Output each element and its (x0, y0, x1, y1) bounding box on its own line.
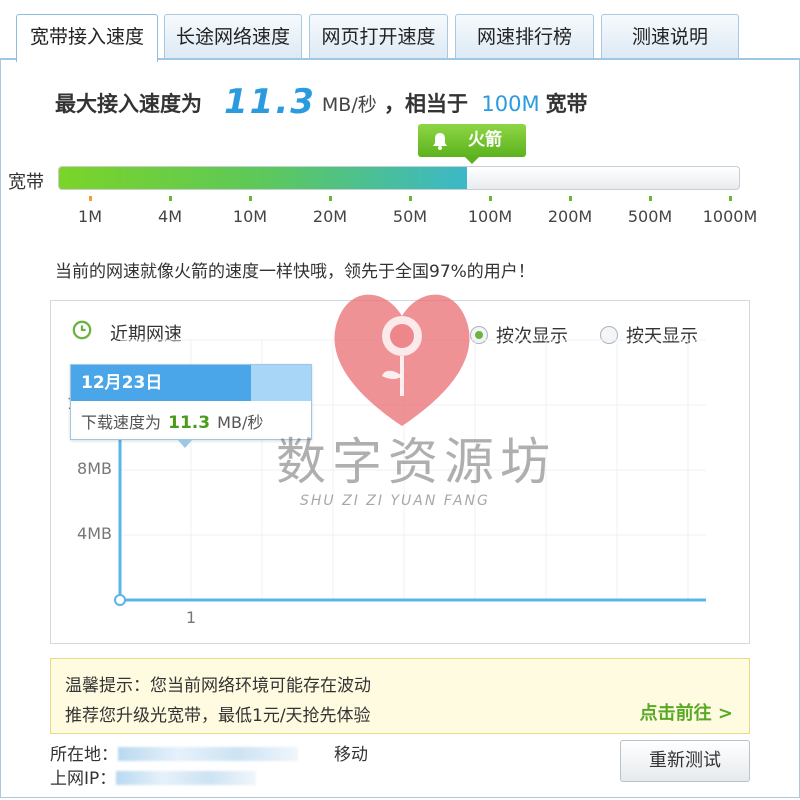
ip-value-blurred (116, 771, 257, 785)
speed-gauge-fill (59, 167, 467, 189)
tooltip-unit: MB/秒 (217, 413, 264, 432)
gauge-tick-mark (569, 196, 572, 201)
ip-row: 上网IP： (50, 764, 257, 789)
carrier-label: 移动 (334, 745, 368, 765)
watermark-title: 数字资源坊 (276, 433, 556, 491)
radio-by-count-label: 按次显示 (496, 326, 568, 347)
gauge-tick-mark (649, 196, 652, 201)
tab-access-speed[interactable]: 宽带接入速度 (16, 14, 158, 62)
gauge-tick-mark (489, 196, 492, 201)
bell-icon (433, 133, 447, 150)
watermark-subtitle: SHU ZI ZI YUAN FANG (300, 493, 490, 509)
gauge-tick-mark (169, 196, 172, 201)
gauge-tick-label: 10M (232, 207, 268, 226)
tooltip-value: 11.3 (168, 413, 211, 433)
location-value-blurred (118, 747, 298, 761)
ip-label: 上网IP： (50, 769, 117, 789)
gauge-tick-label: 4M (158, 207, 182, 226)
max-speed-value: 11.3 (224, 82, 316, 122)
retest-button[interactable]: 重新测试 (620, 740, 750, 782)
x-tick-label: 1 (186, 608, 197, 627)
tooltip-body: 下载速度为 11.3 MB/秒 (81, 409, 263, 433)
gauge-label: 宽带 (8, 172, 44, 193)
headline-middle: ，相当于 (384, 92, 469, 116)
tooltip-prefix: 下载速度为 (81, 413, 162, 432)
recent-speed-label: 近期网速 (110, 324, 182, 345)
y-tick-label: 8MB (77, 459, 112, 478)
gauge-tick-mark (249, 196, 252, 201)
max-speed-headline: 最大接入速度为 11.3 MB/秒 ，相当于 100M 宽带 (55, 80, 588, 122)
gauge-tick-label: 200M (547, 207, 593, 226)
gauge-tick-label: 500M (627, 207, 673, 226)
notice-go-link[interactable]: 点击前往 > (640, 699, 733, 725)
tab-bar: 宽带接入速度 长途网络速度 网页打开速度 网速排行榜 测速说明 (0, 0, 800, 62)
tab-speed-guide[interactable]: 测速说明 (601, 14, 739, 59)
location-row: 所在地： (50, 740, 298, 765)
rose-heart-logo (334, 294, 470, 426)
comparison-text: 当前的网速就像火箭的速度一样快哦，领先于全国97%的用户！ (55, 262, 535, 282)
max-speed-unit: MB/秒 (321, 94, 377, 116)
gauge-tick-label: 1000M (702, 207, 758, 226)
radio-by-day[interactable]: 按天显示 (600, 322, 698, 348)
radio-by-day-dot[interactable] (600, 326, 618, 344)
bandwidth-value: 100M (481, 92, 540, 116)
gauge-tick-label: 50M (392, 207, 428, 226)
notice-line-1: 温馨提示：您当前网络环境可能存在波动 (65, 676, 371, 696)
gauge-tick-label: 20M (312, 207, 348, 226)
gauge-tick-mark (329, 196, 332, 201)
gauge-tick-label: 1M (78, 207, 102, 226)
speed-level-label: 火箭 (468, 130, 502, 150)
headline-suffix: 宽带 (545, 92, 588, 116)
clock-icon (72, 320, 92, 340)
tab-webpage-speed[interactable]: 网页打开速度 (309, 14, 448, 59)
radio-by-count[interactable]: 按次显示 (470, 322, 568, 348)
gauge-tick-mark (409, 196, 412, 201)
gauge-tick-mark (729, 196, 732, 201)
location-label: 所在地： (50, 745, 118, 765)
gauge-tick-label: 100M (467, 207, 513, 226)
tooltip-date: 12月23日 (71, 365, 311, 401)
radio-by-day-label: 按天显示 (626, 326, 698, 347)
gauge-tick-mark (89, 196, 92, 201)
y-tick-label: 4MB (77, 524, 112, 543)
tab-speed-ranking[interactable]: 网速排行榜 (455, 14, 594, 59)
notice-line-2: 推荐您升级光宽带，最低1元/天抢先体验 (65, 706, 371, 726)
headline-prefix: 最大接入速度为 (55, 92, 202, 116)
speed-level-badge: 火箭 (418, 124, 526, 164)
speed-gauge-track (58, 166, 740, 190)
tab-long-distance-speed[interactable]: 长途网络速度 (164, 14, 302, 59)
notice-box: 温馨提示：您当前网络环境可能存在波动 推荐您升级光宽带，最低1元/天抢先体验 点… (50, 658, 750, 734)
